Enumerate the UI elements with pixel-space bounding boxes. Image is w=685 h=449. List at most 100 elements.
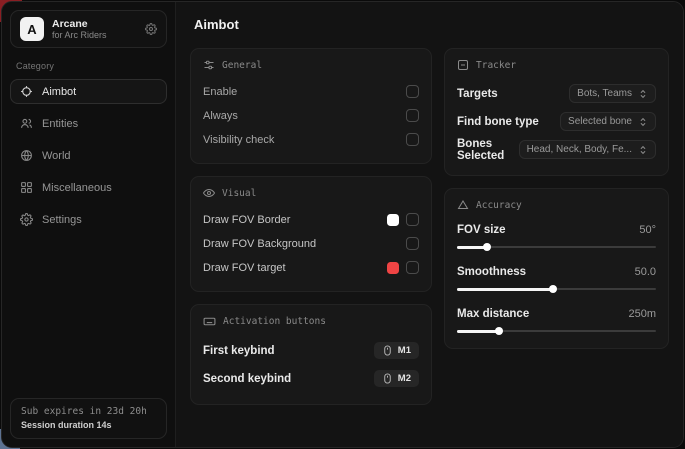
tracker-header: Tracker bbox=[457, 59, 656, 71]
section-title: Visual bbox=[222, 188, 256, 199]
max-distance-slider-group: Max distance 250m bbox=[457, 304, 656, 336]
setting-label: Draw FOV Background bbox=[203, 238, 316, 250]
sidebar-item-entities[interactable]: Entities bbox=[10, 111, 167, 136]
app-subtitle: for Arc Riders bbox=[52, 30, 137, 40]
fov-background-checkbox[interactable] bbox=[406, 237, 419, 250]
slider-fill bbox=[457, 330, 499, 333]
setting-row-first-keybind: First keybind M1 bbox=[203, 337, 419, 364]
slider-thumb[interactable] bbox=[549, 285, 557, 293]
setting-row-enable: Enable bbox=[203, 80, 419, 103]
keybind-value: M1 bbox=[398, 345, 411, 356]
setting-label: FOV size bbox=[457, 224, 506, 236]
sidebar-item-settings[interactable]: Settings bbox=[10, 207, 167, 232]
setting-label: Bones Selected bbox=[457, 138, 519, 162]
tracker-card: Tracker Targets Bots, Teams Find bone ty… bbox=[444, 48, 669, 176]
setting-row-targets: Targets Bots, Teams bbox=[457, 80, 656, 107]
app-logo: A bbox=[20, 17, 44, 41]
color-swatch-white[interactable] bbox=[387, 214, 399, 226]
activation-card: Activation buttons First keybind M1 Seco… bbox=[190, 304, 432, 405]
mouse-icon bbox=[382, 373, 393, 384]
sidebar-item-label: Miscellaneous bbox=[42, 182, 112, 194]
setting-label: Visibility check bbox=[203, 134, 274, 146]
keyboard-icon bbox=[203, 315, 216, 328]
app-header-card: A Arcane for Arc Riders bbox=[10, 10, 167, 48]
app-window: A Arcane for Arc Riders Category Aimbot bbox=[1, 1, 684, 448]
select-value: Selected bone bbox=[568, 116, 632, 127]
chevrons-up-down-icon bbox=[638, 145, 648, 155]
app-meta: Arcane for Arc Riders bbox=[52, 18, 137, 40]
slider-thumb[interactable] bbox=[483, 243, 491, 251]
visual-card: Visual Draw FOV Border Draw FOV Backgrou… bbox=[190, 176, 432, 292]
sidebar: A Arcane for Arc Riders Category Aimbot bbox=[2, 2, 176, 447]
frame-icon bbox=[457, 59, 469, 71]
setting-label: Targets bbox=[457, 88, 498, 100]
sidebar-item-miscellaneous[interactable]: Miscellaneous bbox=[10, 175, 167, 200]
setting-label: First keybind bbox=[203, 345, 275, 357]
fov-target-checkbox[interactable] bbox=[406, 261, 419, 274]
section-title: Tracker bbox=[476, 60, 516, 71]
always-checkbox[interactable] bbox=[406, 109, 419, 122]
first-keybind-button[interactable]: M1 bbox=[374, 342, 419, 359]
visibility-check-checkbox[interactable] bbox=[406, 133, 419, 146]
chevrons-up-down-icon bbox=[638, 117, 648, 127]
right-column: Tracker Targets Bots, Teams Find bone ty… bbox=[444, 48, 669, 417]
setting-row-always: Always bbox=[203, 104, 419, 127]
select-value: Head, Neck, Body, Fe... bbox=[527, 144, 632, 155]
find-bone-type-select[interactable]: Selected bone bbox=[560, 112, 656, 131]
sidebar-item-label: World bbox=[42, 150, 71, 162]
setting-label: Always bbox=[203, 110, 238, 122]
max-distance-slider[interactable] bbox=[457, 326, 656, 336]
setting-label: Enable bbox=[203, 86, 237, 98]
setting-row-visibility-check: Visibility check bbox=[203, 128, 419, 151]
gear-icon[interactable] bbox=[145, 23, 157, 35]
triangle-icon bbox=[457, 199, 469, 211]
globe-icon bbox=[20, 149, 33, 162]
color-swatch-red[interactable] bbox=[387, 262, 399, 274]
sidebar-item-label: Aimbot bbox=[42, 86, 76, 98]
setting-row-fov-background: Draw FOV Background bbox=[203, 232, 419, 255]
general-card: General Enable Always Visibility check bbox=[190, 48, 432, 164]
setting-label: Second keybind bbox=[203, 373, 291, 385]
slider-value: 50° bbox=[639, 224, 656, 236]
bones-selected-select[interactable]: Head, Neck, Body, Fe... bbox=[519, 140, 656, 159]
keybind-value: M2 bbox=[398, 373, 411, 384]
setting-label: Draw FOV target bbox=[203, 262, 286, 274]
slider-fill bbox=[457, 288, 553, 291]
chevrons-up-down-icon bbox=[638, 89, 648, 99]
setting-row-find-bone-type: Find bone type Selected bone bbox=[457, 108, 656, 135]
smoothness-slider[interactable] bbox=[457, 284, 656, 294]
targets-select[interactable]: Bots, Teams bbox=[569, 84, 656, 103]
sub-expiry-text: Sub expires in 23d 20h bbox=[21, 406, 156, 417]
setting-row-bones-selected: Bones Selected Head, Neck, Body, Fe... bbox=[457, 136, 656, 163]
enable-checkbox[interactable] bbox=[406, 85, 419, 98]
slider-value: 50.0 bbox=[635, 266, 656, 278]
slider-thumb[interactable] bbox=[495, 327, 503, 335]
setting-row-fov-border: Draw FOV Border bbox=[203, 208, 419, 231]
sidebar-item-aimbot[interactable]: Aimbot bbox=[10, 79, 167, 104]
subscription-card: Sub expires in 23d 20h Session duration … bbox=[10, 398, 167, 439]
activation-header: Activation buttons bbox=[203, 315, 419, 328]
sliders-icon bbox=[203, 59, 215, 71]
accuracy-header: Accuracy bbox=[457, 199, 656, 211]
session-duration-text: Session duration 14s bbox=[21, 420, 156, 430]
entities-icon bbox=[20, 117, 33, 130]
fov-border-checkbox[interactable] bbox=[406, 213, 419, 226]
general-header: General bbox=[203, 59, 419, 71]
fov-size-slider-group: FOV size 50° bbox=[457, 220, 656, 252]
eye-icon bbox=[203, 187, 215, 199]
mouse-icon bbox=[382, 345, 393, 356]
accuracy-card: Accuracy FOV size 50° bbox=[444, 188, 669, 349]
sidebar-item-world[interactable]: World bbox=[10, 143, 167, 168]
second-keybind-button[interactable]: M2 bbox=[374, 370, 419, 387]
setting-row-fov-target: Draw FOV target bbox=[203, 256, 419, 279]
category-label: Category bbox=[16, 61, 161, 71]
slider-value: 250m bbox=[628, 308, 656, 320]
section-title: Activation buttons bbox=[223, 316, 326, 327]
smoothness-slider-group: Smoothness 50.0 bbox=[457, 262, 656, 294]
fov-size-slider[interactable] bbox=[457, 242, 656, 252]
app-name: Arcane bbox=[52, 18, 137, 30]
setting-label: Max distance bbox=[457, 308, 529, 320]
left-column: General Enable Always Visibility check bbox=[190, 48, 432, 417]
setting-row-second-keybind: Second keybind M2 bbox=[203, 365, 419, 392]
main-content: Aimbot General Enable bbox=[176, 2, 683, 447]
